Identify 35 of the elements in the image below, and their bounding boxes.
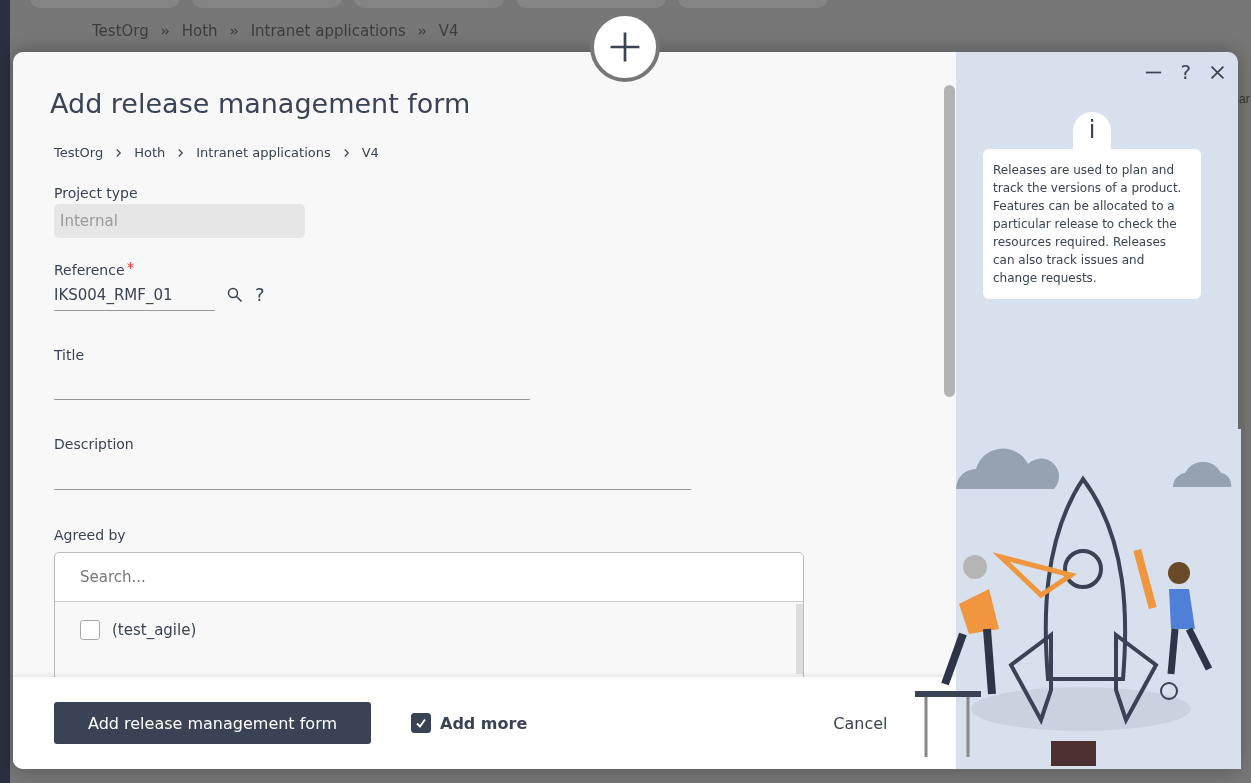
checkbox[interactable] [411,713,431,733]
close-icon[interactable] [1209,63,1226,81]
double-chevron-icon [417,26,427,36]
chevron-icon [115,147,123,158]
info-text: Releases are used to plan and track the versions of a product. Features can be allocated to a particular release to check the resources required. Releases can also track issues and change requests. [983,149,1201,299]
field-label: Project type [54,185,138,201]
help-button[interactable]: ? [255,284,265,305]
readonly-field: Internal [54,204,305,238]
breadcrumb-item[interactable]: Intranet applications [196,145,331,160]
page-text: ar [1239,92,1250,106]
dialog-title: Add release management form [50,88,472,119]
chevron-icon [342,147,350,158]
info-icon: i [1088,116,1096,144]
breadcrumb-item[interactable]: Hoth [134,145,166,160]
field-label: Description [54,436,134,452]
field-label: Reference [54,262,125,278]
breadcrumb-item[interactable]: V4 [361,145,379,160]
help-button[interactable]: ? [1180,60,1191,84]
input-field[interactable]: IKS004_RMF_01 [54,278,215,311]
search-icon[interactable] [227,286,243,303]
option-label[interactable]: (test_agile) [112,621,197,639]
cancel-button[interactable]: Cancel [827,712,894,734]
checkmark-icon [415,717,427,729]
field-label: Title [54,347,84,363]
chevron-icon [177,147,185,158]
checkbox-label[interactable]: Add more [440,713,528,733]
scrollbar[interactable] [796,604,803,674]
checkbox[interactable] [80,620,100,640]
scrollbar[interactable] [944,85,955,397]
breadcrumb-item[interactable]: TestOrg [54,145,104,160]
search-field[interactable]: Search... [55,553,803,602]
double-chevron-icon [160,26,170,36]
field-label: Agreed by [54,527,126,543]
submit-button[interactable]: Add release management form [54,702,371,744]
double-chevron-icon [229,26,239,36]
